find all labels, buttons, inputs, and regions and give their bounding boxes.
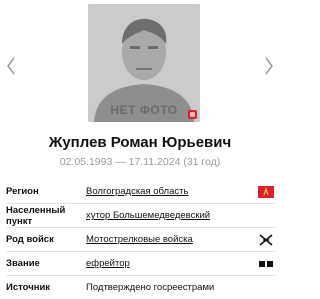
source-value: Подтверждено госреестрами xyxy=(86,282,215,293)
detail-row-region: Регион Волгоградская область xyxy=(6,180,276,204)
settlement-label: Населенный пункт xyxy=(6,204,66,227)
previous-arrow-icon[interactable] xyxy=(4,54,18,78)
detail-row-rank: Звание ефрейтор xyxy=(6,252,276,276)
detail-row-branch: Род войск Мотострелковые войска xyxy=(6,228,276,252)
portrait-photo: НЕТ ФОТО xyxy=(88,4,200,122)
detail-row-source: Источник Подтверждено госреестрами xyxy=(6,276,276,299)
next-arrow-icon[interactable] xyxy=(262,54,276,78)
settlement-link[interactable]: хутор Большемедведевский xyxy=(86,210,256,221)
region-label: Регион xyxy=(6,186,39,197)
crossed-rifles-icon xyxy=(256,233,276,247)
no-photo-label: НЕТ ФОТО xyxy=(110,103,178,117)
person-name: Жуплев Роман Юрьевич xyxy=(48,134,232,151)
region-flag-icon xyxy=(256,185,276,199)
life-dates: 02.05.1993 — 17.11.2024 (31 год) xyxy=(59,156,221,168)
rank-insignia-icon xyxy=(256,257,276,271)
rank-link[interactable]: ефрейтор xyxy=(86,258,256,269)
rank-label: Звание xyxy=(6,258,40,269)
region-link[interactable]: Волгоградская область xyxy=(86,186,256,197)
detail-row-settlement: Населенный пункт хутор Большемедведевски… xyxy=(6,204,276,228)
branch-link[interactable]: Мотострелковые войска xyxy=(86,234,256,245)
source-label: Источник xyxy=(6,282,51,293)
photo-badge-icon xyxy=(188,110,197,119)
details-list: Регион Волгоградская область Населенный … xyxy=(6,180,276,299)
branch-label: Род войск xyxy=(6,234,54,245)
